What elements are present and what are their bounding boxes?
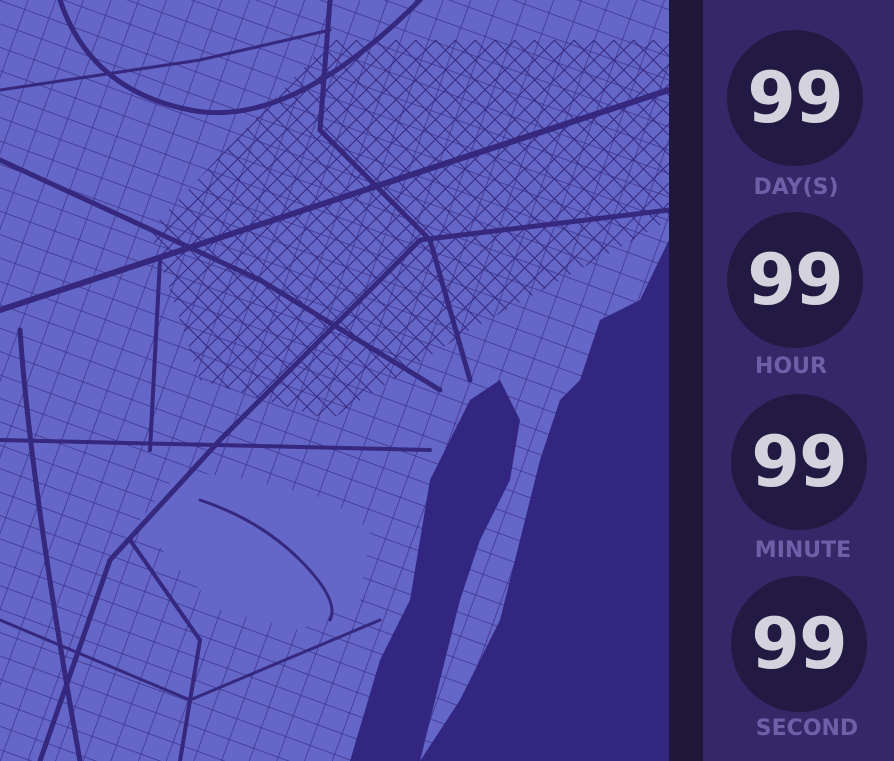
seconds-value: 99 <box>751 603 847 685</box>
hours-label: HOUR <box>755 354 827 379</box>
seconds-label: SECOND <box>755 716 859 741</box>
hours-value: 99 <box>747 239 843 321</box>
hours-circle: 99 <box>727 212 863 348</box>
minutes-circle: 99 <box>731 394 867 530</box>
days-label: DAY(S) <box>753 175 839 200</box>
days-value: 99 <box>747 57 843 139</box>
city-map[interactable] <box>0 0 669 761</box>
minutes-value: 99 <box>751 421 847 503</box>
countdown-panel: 99 DAY(S) 99 HOUR 99 MINUTE 99 SECOND <box>703 0 894 761</box>
days-circle: 99 <box>727 30 863 166</box>
divider-strip <box>669 0 703 761</box>
seconds-circle: 99 <box>731 576 867 712</box>
minutes-label: MINUTE <box>754 538 852 563</box>
